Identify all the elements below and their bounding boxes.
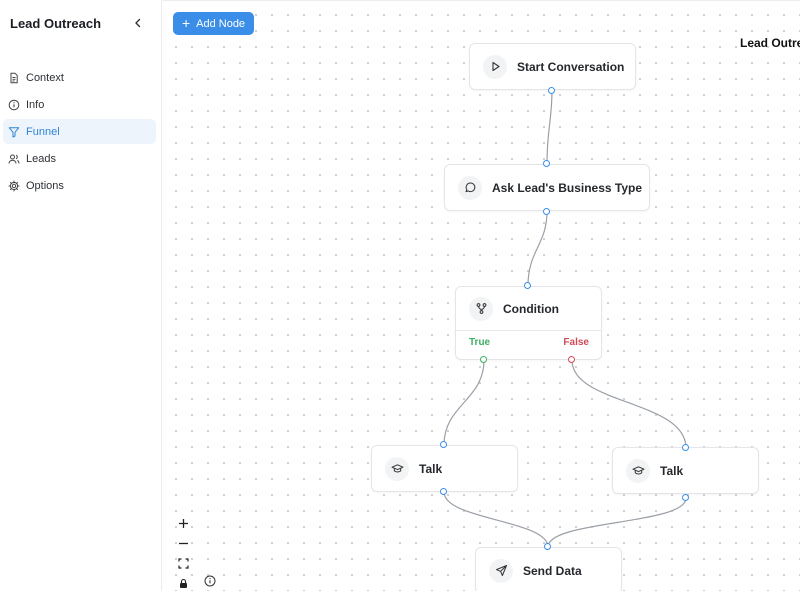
node-condition[interactable]: Condition True False bbox=[455, 286, 602, 360]
zoom-out-button[interactable] bbox=[172, 533, 194, 553]
sidebar-item-label: Context bbox=[26, 71, 64, 84]
condition-false-label: False bbox=[563, 337, 589, 348]
condition-header: Condition bbox=[456, 287, 601, 331]
add-node-label: Add Node bbox=[196, 17, 246, 30]
sidebar-header: Lead Outreach bbox=[0, 0, 161, 48]
branch-icon bbox=[469, 296, 493, 321]
sidebar: Lead Outreach Context Info Funnel Leads … bbox=[0, 0, 162, 591]
condition-branches: True False bbox=[456, 331, 601, 355]
node-output-handle[interactable] bbox=[682, 494, 689, 501]
sidebar-item-options[interactable]: Options bbox=[3, 173, 156, 198]
node-input-handle[interactable] bbox=[440, 441, 447, 448]
node-label: Ask Lead's Business Type bbox=[492, 180, 643, 195]
lock-button[interactable] bbox=[172, 573, 194, 591]
info-icon bbox=[204, 575, 216, 587]
fit-view-icon bbox=[177, 557, 189, 569]
sidebar-item-label: Leads bbox=[26, 152, 56, 165]
node-send-data[interactable]: Send Data bbox=[475, 547, 622, 591]
true-output-handle[interactable] bbox=[480, 356, 487, 363]
info-button[interactable] bbox=[203, 574, 217, 588]
graduation-cap-icon bbox=[626, 458, 650, 483]
sidebar-item-info[interactable]: Info bbox=[3, 92, 156, 117]
node-label: Talk bbox=[660, 463, 684, 478]
node-input-handle[interactable] bbox=[524, 282, 531, 289]
sidebar-item-label: Funnel bbox=[26, 125, 60, 138]
gear-icon bbox=[8, 180, 20, 192]
node-talk-true[interactable]: Talk bbox=[371, 445, 518, 492]
sidebar-item-label: Options bbox=[26, 179, 64, 192]
plus-icon bbox=[178, 518, 188, 528]
plus-icon: + bbox=[181, 15, 191, 31]
node-label: Start Conversation bbox=[517, 59, 625, 74]
node-output-handle[interactable] bbox=[548, 87, 555, 94]
zoom-in-button[interactable] bbox=[172, 513, 194, 533]
add-node-button[interactable]: + Add Node bbox=[173, 12, 254, 35]
node-start-conversation[interactable]: Start Conversation bbox=[469, 43, 636, 90]
node-input-handle[interactable] bbox=[543, 160, 550, 167]
sidebar-title: Lead Outreach bbox=[10, 16, 102, 31]
fit-view-button[interactable] bbox=[172, 553, 194, 573]
sidebar-item-context[interactable]: Context bbox=[3, 65, 156, 90]
info-icon bbox=[8, 99, 20, 111]
chat-bubble-icon bbox=[458, 175, 482, 200]
node-label: Talk bbox=[419, 461, 443, 476]
node-output-handle[interactable] bbox=[440, 488, 447, 495]
node-output-handle[interactable] bbox=[543, 208, 550, 215]
node-ask-business-type[interactable]: Ask Lead's Business Type bbox=[444, 164, 650, 211]
play-icon bbox=[483, 54, 507, 79]
node-input-handle[interactable] bbox=[682, 444, 689, 451]
document-icon bbox=[8, 72, 20, 84]
node-talk-false[interactable]: Talk bbox=[612, 447, 759, 494]
node-label: Send Data bbox=[523, 563, 582, 578]
funnel-icon bbox=[8, 126, 20, 138]
send-icon bbox=[489, 558, 513, 583]
sidebar-item-leads[interactable]: Leads bbox=[3, 146, 156, 171]
panel-title: Lead Outre bbox=[740, 36, 800, 50]
users-icon bbox=[8, 153, 20, 165]
condition-true-label: True bbox=[469, 337, 491, 348]
canvas-controls bbox=[172, 513, 194, 591]
sidebar-nav: Context Info Funnel Leads Options bbox=[3, 65, 156, 200]
sidebar-item-label: Info bbox=[26, 98, 45, 111]
minus-icon bbox=[178, 542, 188, 544]
graduation-cap-icon bbox=[385, 456, 409, 481]
lock-icon bbox=[179, 578, 187, 588]
false-output-handle[interactable] bbox=[568, 356, 575, 363]
sidebar-item-funnel[interactable]: Funnel bbox=[3, 119, 156, 144]
chevron-left-icon bbox=[135, 18, 141, 28]
collapse-sidebar-button[interactable] bbox=[130, 15, 146, 31]
node-input-handle[interactable] bbox=[544, 543, 551, 550]
node-label: Condition bbox=[503, 301, 559, 316]
